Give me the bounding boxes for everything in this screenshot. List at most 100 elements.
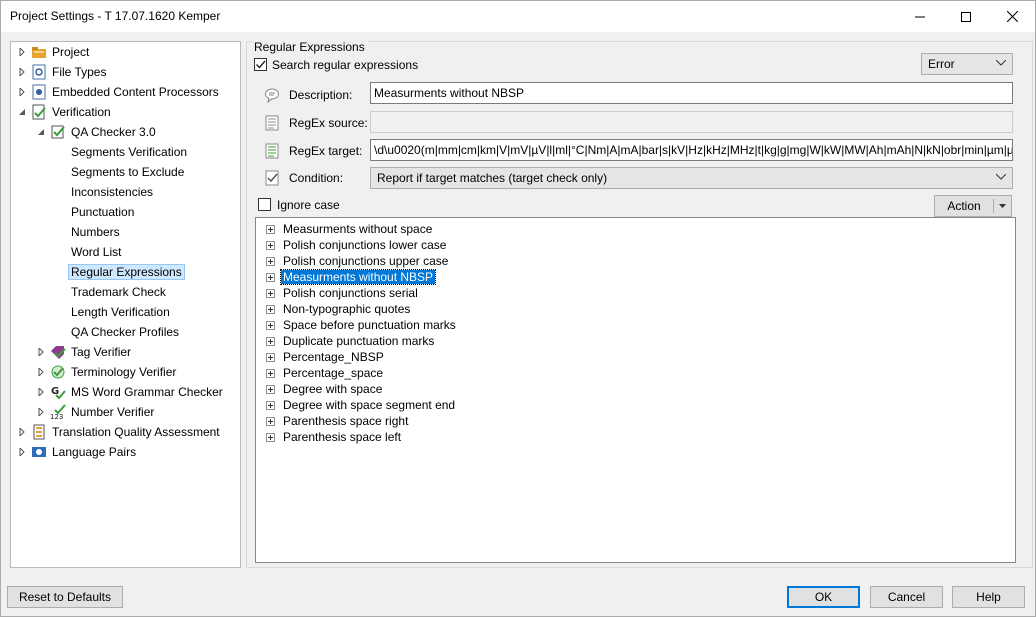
tree-item-label: Embedded Content Processors <box>52 85 219 99</box>
help-button[interactable]: Help <box>952 586 1025 608</box>
tree-item-regular-expressions[interactable]: Regular Expressions <box>68 262 185 282</box>
expand-arrow-icon[interactable] <box>36 407 46 417</box>
expand-arrow-icon[interactable] <box>36 347 46 357</box>
expand-plus-icon[interactable] <box>266 336 275 346</box>
expand-plus-icon[interactable] <box>266 400 275 410</box>
expand-plus-icon[interactable] <box>266 256 275 266</box>
grammar-checker-icon: G <box>50 384 66 400</box>
tree-item-label: Length Verification <box>71 305 170 319</box>
tree-item-embedded-content[interactable]: Embedded Content Processors <box>11 82 240 102</box>
action-button[interactable]: Action <box>934 195 1012 217</box>
expand-plus-icon[interactable] <box>266 304 275 314</box>
title-bar: Project Settings - T 17.07.1620 Kemper <box>1 1 1035 32</box>
tree-item-word-list[interactable]: Word List <box>71 242 121 262</box>
list-item-label: Duplicate punctuation marks <box>283 334 435 348</box>
window-title: Project Settings - T 17.07.1620 Kemper <box>10 9 221 23</box>
close-icon <box>1006 11 1018 22</box>
tree-item-tag-verifier[interactable]: Tag Verifier <box>11 342 240 362</box>
regex-source-label: RegEx source: <box>289 116 368 130</box>
expand-plus-icon[interactable] <box>266 432 275 442</box>
list-item-label: Degree with space <box>283 382 383 396</box>
search-regex-checkbox[interactable] <box>254 58 267 71</box>
condition-value: Report if target matches (target check o… <box>377 171 608 185</box>
search-regex-label: Search regular expressions <box>272 58 419 72</box>
expand-arrow-icon[interactable] <box>36 367 46 377</box>
expand-arrow-icon[interactable] <box>36 387 46 397</box>
expand-plus-icon[interactable] <box>266 368 275 378</box>
tree-item-language-pairs[interactable]: Language Pairs <box>11 442 240 462</box>
description-label: Description: <box>289 88 353 102</box>
tree-item-numbers[interactable]: Numbers <box>71 222 120 242</box>
expand-plus-icon[interactable] <box>266 288 275 298</box>
list-item[interactable]: Duplicate punctuation marks <box>266 333 436 349</box>
tree-item-qa-checker[interactable]: QA Checker 3.0 <box>11 122 240 142</box>
list-item[interactable]: Space before punctuation marks <box>266 317 458 333</box>
list-item[interactable]: Percentage_space <box>266 365 385 381</box>
list-item[interactable]: Percentage_NBSP <box>266 349 386 365</box>
tree-item-grammar-checker[interactable]: G MS Word Grammar Checker <box>11 382 240 402</box>
expand-plus-icon[interactable] <box>266 416 275 426</box>
list-item[interactable]: Polish conjunctions lower case <box>266 237 448 253</box>
tree-item-qa-checker-profiles[interactable]: QA Checker Profiles <box>71 322 179 342</box>
tree-item-label: Inconsistencies <box>71 185 154 199</box>
terminology-verifier-icon <box>50 364 66 380</box>
list-item[interactable]: Polish conjunctions upper case <box>266 253 450 269</box>
project-icon <box>31 44 47 60</box>
tree-item-punctuation[interactable]: Punctuation <box>71 202 134 222</box>
verification-icon <box>31 104 47 120</box>
tree-item-project[interactable]: Project <box>11 42 240 62</box>
tree-item-translation-quality-assessment[interactable]: Translation Quality Assessment <box>11 422 240 442</box>
list-item[interactable]: Polish conjunctions serial <box>266 285 420 301</box>
collapse-arrow-icon[interactable] <box>17 107 27 117</box>
expand-plus-icon[interactable] <box>266 384 275 394</box>
list-item[interactable]: Parenthesis space right <box>266 413 410 429</box>
expand-plus-icon[interactable] <box>266 240 275 250</box>
reset-to-defaults-button[interactable]: Reset to Defaults <box>7 586 123 608</box>
tree-item-label: QA Checker 3.0 <box>71 125 156 139</box>
maximize-button[interactable] <box>943 1 989 32</box>
ignore-case-label: Ignore case <box>277 198 340 212</box>
tree-item-label: QA Checker Profiles <box>71 325 180 339</box>
list-item[interactable]: Measurments without space <box>266 221 434 237</box>
tree-item-label: Regular Expressions <box>68 264 185 280</box>
expand-arrow-icon[interactable] <box>17 447 27 457</box>
list-item[interactable]: Non-typographic quotes <box>266 301 412 317</box>
ok-label: OK <box>814 590 833 604</box>
list-item[interactable]: Degree with space segment end <box>266 397 457 413</box>
regex-target-field[interactable]: \d\u0020(m|mm|cm|km|V|mV|µV|l|ml|°C|Nm|A… <box>370 139 1013 161</box>
tree-item-segments-to-exclude[interactable]: Segments to Exclude <box>71 162 184 182</box>
tree-item-length-verification[interactable]: Length Verification <box>71 302 170 322</box>
ok-button[interactable]: OK <box>787 586 860 608</box>
tree-item-label: Numbers <box>71 225 120 239</box>
severity-select[interactable]: Error <box>921 53 1013 75</box>
tree-item-number-verifier[interactable]: 123 Number Verifier <box>11 402 240 422</box>
regex-rules-list[interactable]: Measurments without space Polish conjunc… <box>255 217 1016 563</box>
ignore-case-checkbox[interactable] <box>258 198 271 211</box>
regex-source-field[interactable] <box>370 111 1013 133</box>
condition-select[interactable]: Report if target matches (target check o… <box>370 167 1013 189</box>
expand-plus-icon[interactable] <box>266 320 275 330</box>
list-item-selected[interactable]: Measurments without NBSP <box>266 269 437 285</box>
condition-icon <box>265 170 279 186</box>
tree-item-trademark-check[interactable]: Trademark Check <box>71 282 166 302</box>
cancel-button[interactable]: Cancel <box>870 586 943 608</box>
tree-item-segments-verification[interactable]: Segments Verification <box>71 142 187 162</box>
tree-item-terminology-verifier[interactable]: Terminology Verifier <box>11 362 240 382</box>
list-item[interactable]: Degree with space <box>266 381 384 397</box>
collapse-arrow-icon[interactable] <box>36 127 46 137</box>
tree-item-verification[interactable]: Verification <box>11 102 240 122</box>
expand-arrow-icon[interactable] <box>17 87 27 97</box>
close-button[interactable] <box>989 1 1035 32</box>
expand-plus-icon[interactable] <box>266 352 275 362</box>
expand-arrow-icon[interactable] <box>17 67 27 77</box>
expand-plus-icon[interactable] <box>266 224 275 234</box>
expand-plus-icon[interactable] <box>266 272 275 282</box>
tree-item-inconsistencies[interactable]: Inconsistencies <box>71 182 153 202</box>
expand-arrow-icon[interactable] <box>17 47 27 57</box>
minimize-button[interactable] <box>897 1 943 32</box>
expand-arrow-icon[interactable] <box>17 427 27 437</box>
tag-verifier-icon <box>50 344 66 360</box>
list-item[interactable]: Parenthesis space left <box>266 429 403 445</box>
tree-item-file-types[interactable]: File Types <box>11 62 240 82</box>
description-field[interactable]: Measurments without NBSP <box>370 82 1013 104</box>
